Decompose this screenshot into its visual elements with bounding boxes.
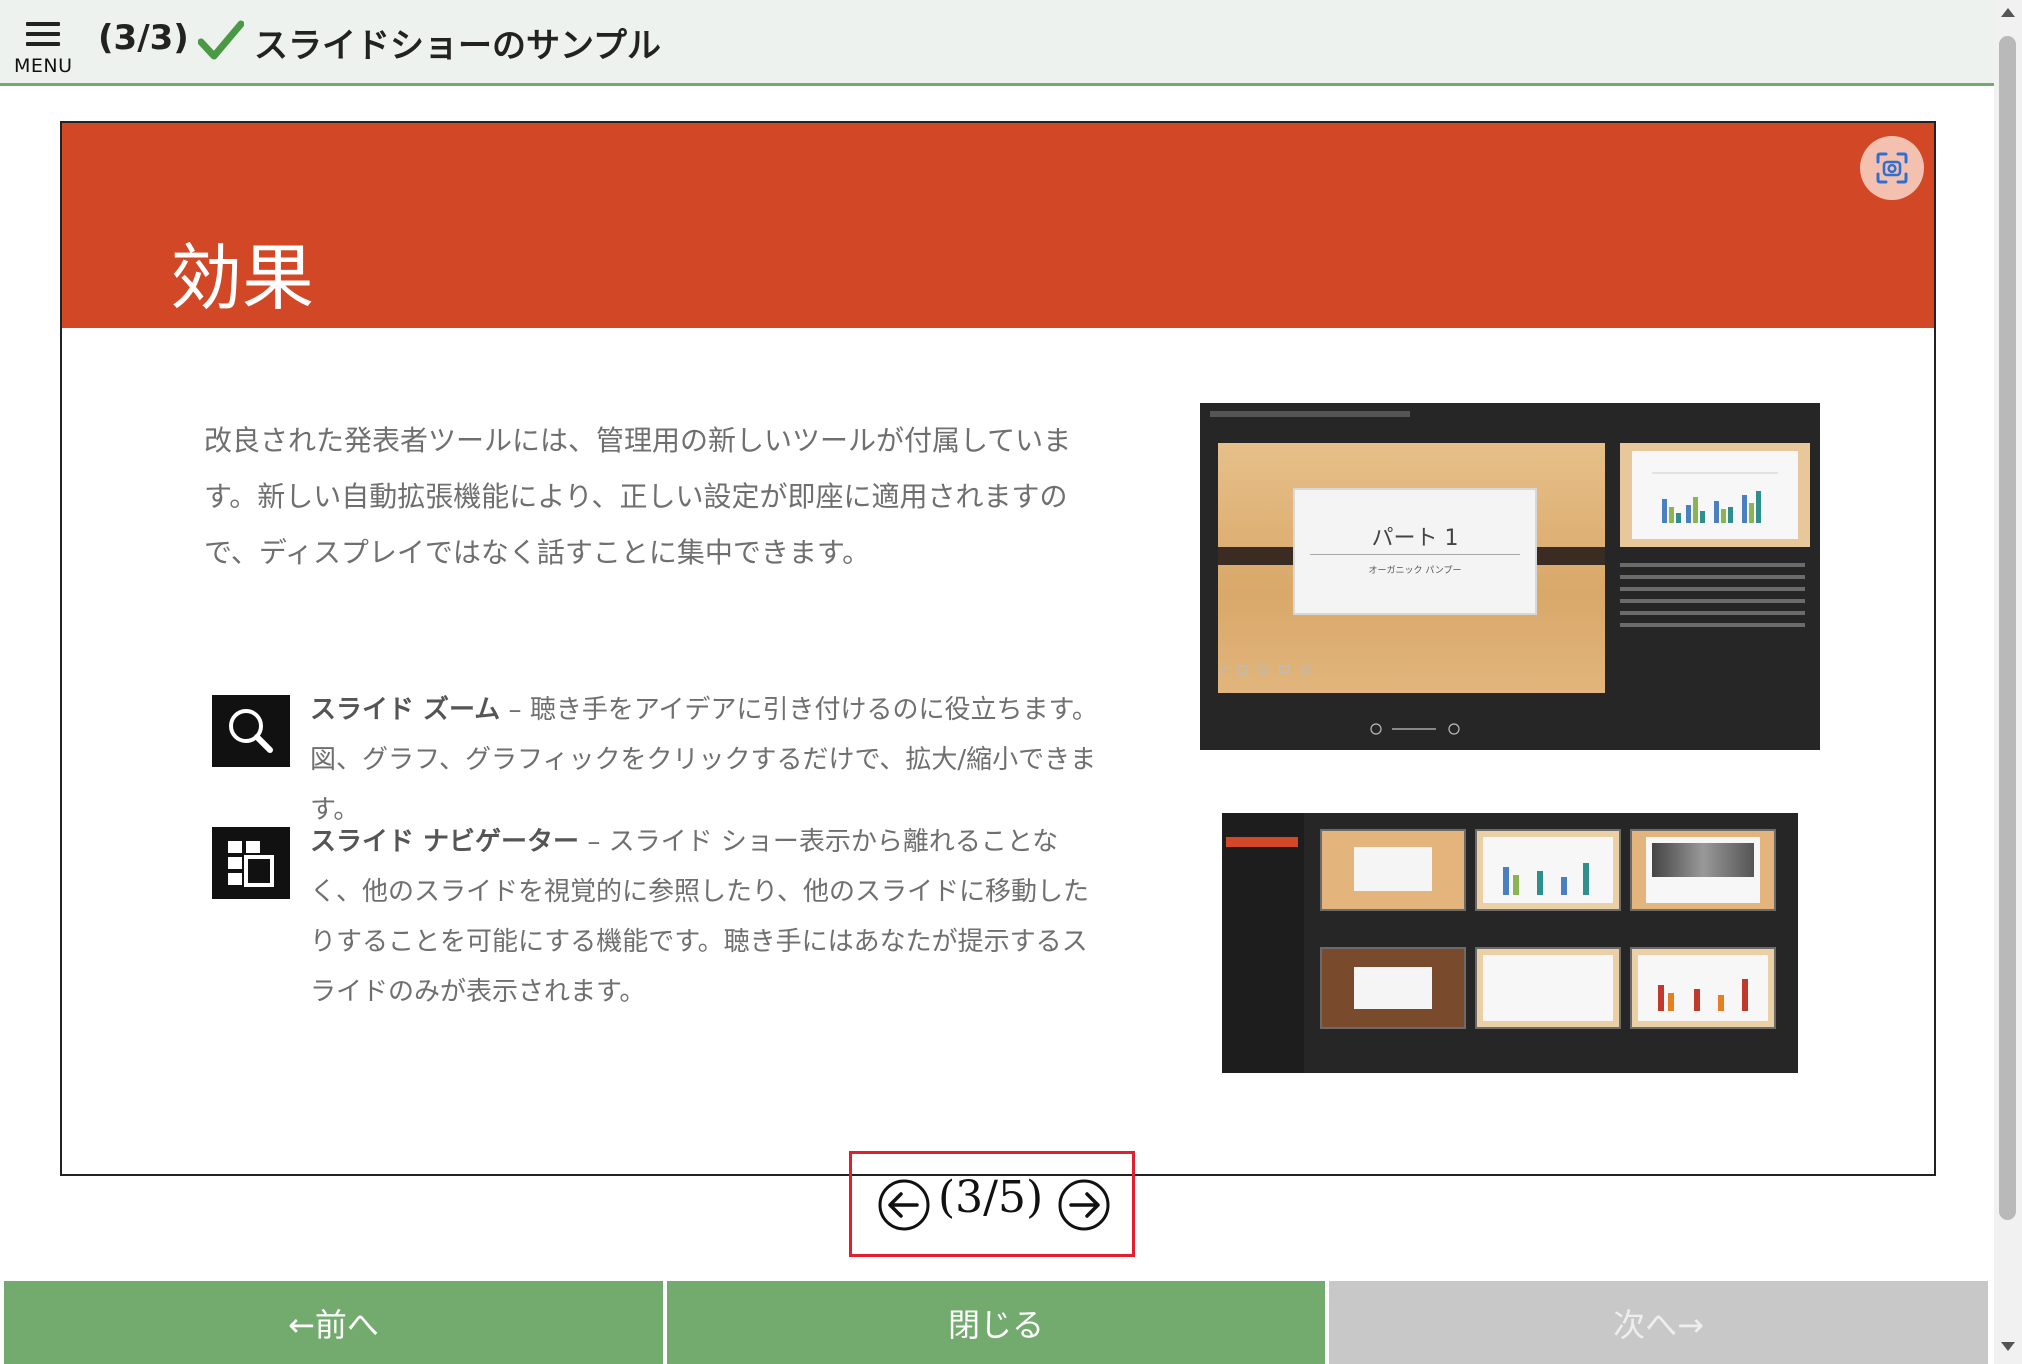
- presenter-toolbar: [1210, 411, 1410, 417]
- slide-title-banner: 効果: [62, 123, 1934, 328]
- camera-focus-icon: [1876, 152, 1908, 184]
- hamburger-icon: [26, 22, 60, 48]
- speaker-notes: [1620, 563, 1805, 633]
- checkmark-icon: [198, 20, 244, 60]
- page-counter: (3/3): [98, 18, 189, 58]
- previous-slide-button[interactable]: [877, 1178, 931, 1232]
- slide-thumbnail: [1475, 829, 1621, 911]
- preview-card-subtitle: オーガニック パンプー: [1368, 566, 1462, 576]
- slide-thumbnail: [1320, 829, 1466, 911]
- arrow-right-circle-icon: [1058, 1179, 1110, 1231]
- scroll-down-arrow-icon[interactable]: [2001, 1342, 2015, 1351]
- arrow-left-circle-icon: [878, 1179, 930, 1231]
- current-slide-preview: パート 1 オーガニック パンプー: [1218, 443, 1605, 693]
- preview-card-title: パート 1: [1371, 526, 1459, 551]
- slide-grid-icon: [212, 827, 290, 899]
- prev-page-button[interactable]: ←前へ: [4, 1281, 663, 1364]
- feature-heading: スライド ナビゲーター: [310, 827, 580, 857]
- slide-thumbnail: [1475, 947, 1621, 1029]
- screenshot-button[interactable]: [1860, 136, 1924, 200]
- slide-viewer: 効果 改良された発表者ツールには、管理用の新しいツールが付属しています。新しい自…: [60, 121, 1936, 1176]
- next-slide-preview: [1620, 443, 1810, 547]
- magnifier-icon: [212, 695, 290, 767]
- presenter-view-image: パート 1 オーガニック パンプー: [1200, 403, 1820, 750]
- section-sidebar: [1222, 813, 1304, 1073]
- slide-thumbnail: [1320, 947, 1466, 1029]
- feature-slide-zoom-text: スライド ズーム – 聴き手をアイデアに引き付けるのに役立ちます。図、グラフ、グ…: [310, 695, 1098, 825]
- vertical-scrollbar[interactable]: [1994, 0, 2022, 1364]
- slide-thumbnail: [1630, 829, 1776, 911]
- slide-title: 効果: [170, 236, 315, 320]
- slide-intro-text: 改良された発表者ツールには、管理用の新しいツールが付属しています。新しい自動拡張…: [204, 424, 1072, 569]
- close-button[interactable]: 閉じる: [667, 1281, 1325, 1364]
- slide-pager: (3/5): [849, 1151, 1135, 1257]
- menu-button[interactable]: MENU: [14, 16, 78, 78]
- feature-heading: スライド ズーム: [310, 695, 501, 725]
- scroll-up-arrow-icon[interactable]: [2001, 8, 2015, 17]
- next-slide-button[interactable]: [1057, 1178, 1111, 1232]
- preview-card: パート 1 オーガニック パンプー: [1293, 488, 1537, 615]
- slide-thumbnail: [1630, 947, 1776, 1029]
- menu-label: MENU: [14, 55, 73, 77]
- next-page-button: 次へ→: [1329, 1281, 1988, 1364]
- slide-navigator-image: [1222, 813, 1798, 1073]
- page-title: スライドショーのサンプル: [254, 26, 661, 66]
- top-header: MENU (3/3) スライドショーのサンプル: [0, 0, 1994, 86]
- scroll-thumb[interactable]: [1999, 36, 2016, 1220]
- feature-slide-navigator-text: スライド ナビゲーター – スライド ショー表示から離れることなく、他のスライド…: [310, 827, 1089, 1007]
- footer-nav: ←前へ 閉じる 次へ→: [0, 1281, 1994, 1364]
- slide-position-label: (3/5): [938, 1172, 1044, 1223]
